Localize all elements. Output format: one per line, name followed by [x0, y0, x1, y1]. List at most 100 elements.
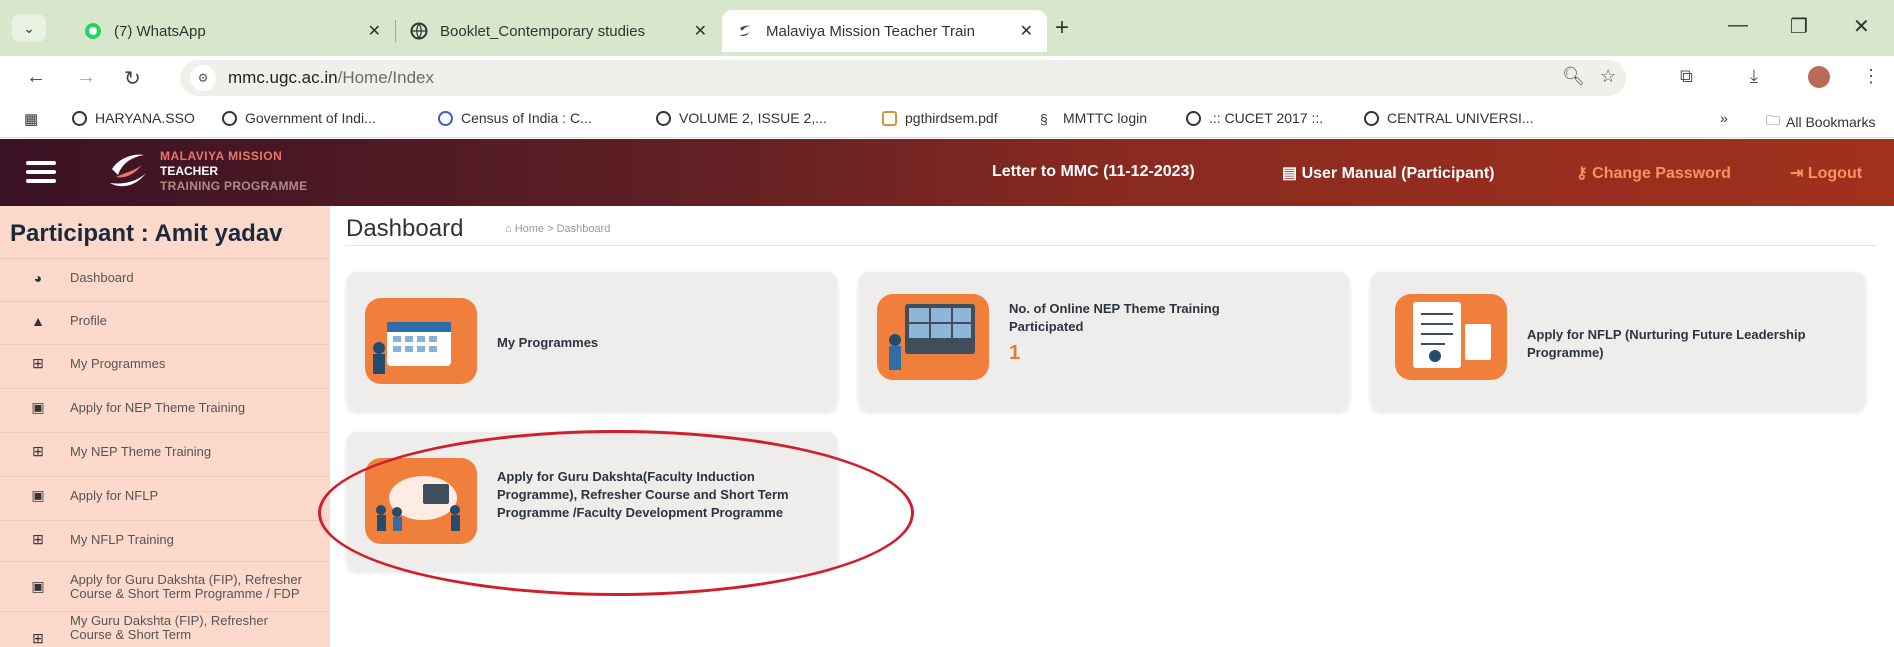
card-apply-nflp[interactable]: Apply for NFLP (Nurturing Future Leaders…: [1371, 272, 1865, 410]
star-icon[interactable]: ☆: [1600, 66, 1616, 87]
breadcrumb-text: Home > Dashboard: [514, 223, 611, 235]
bookmark-item[interactable]: Census of India : C...: [438, 110, 592, 126]
user-manual-link[interactable]: ▤ User Manual (Participant): [1282, 163, 1495, 183]
whatsapp-icon: [84, 22, 102, 40]
bookmark-item[interactable]: .:: CUCET 2017 ::.: [1186, 110, 1323, 126]
logout-label: Logout: [1807, 165, 1863, 182]
key-icon: ⚷: [1576, 165, 1593, 182]
bookmark-item[interactable]: § MMTTC login: [1040, 110, 1148, 127]
bookmark-item[interactable]: CENTRAL UNIVERSI...: [1364, 110, 1534, 126]
pdf-icon: [882, 110, 897, 126]
tab-whatsapp[interactable]: (7) WhatsApp ✕: [70, 10, 395, 52]
new-tab-button[interactable]: +: [1055, 14, 1069, 42]
tab-booklet[interactable]: Booklet_Contemporary studies ✕: [396, 10, 721, 52]
sidebar-item-dashboard[interactable]: ◕ Dashboard: [0, 258, 330, 296]
sidebar-item-my-nep[interactable]: ⊞ My NEP Theme Training: [0, 432, 330, 470]
bookmark-item[interactable]: HARYANA.SSO: [72, 110, 195, 126]
back-icon[interactable]: ←: [26, 66, 46, 89]
checklist-illustration-icon: [1395, 294, 1507, 380]
logo-line-3: TRAINING PROGRAMME: [160, 179, 308, 193]
census-icon: [438, 110, 453, 126]
bookmark-item[interactable]: VOLUME 2, ISSUE 2,...: [656, 110, 827, 126]
breadcrumb: ⌂ Home > Dashboard: [505, 223, 610, 235]
tab-title: (7) WhatsApp: [114, 22, 206, 40]
extensions-icon[interactable]: ⧉: [1680, 66, 1693, 87]
letter-to-mmc-link[interactable]: Letter to MMC (11-12-2023): [992, 163, 1195, 181]
hamburger-menu-icon[interactable]: [26, 161, 56, 183]
bookmark-label: Government of Indi...: [245, 110, 376, 126]
sidebar-item-label: Dashboard: [70, 269, 134, 285]
bookmark-label: Census of India : C...: [461, 110, 592, 126]
mmttp-logo-icon: [110, 154, 146, 187]
tab-malaviya-mission[interactable]: Malaviya Mission Teacher Train ✕: [722, 10, 1047, 52]
card-nep-theme-count[interactable]: No. of Online NEP Theme Training Partici…: [859, 272, 1349, 410]
globe-icon: [1364, 110, 1379, 126]
change-password-link[interactable]: ⚷ Change Password: [1576, 163, 1731, 183]
close-icon[interactable]: ✕: [368, 21, 381, 41]
bookmark-item[interactable]: pgthirdsem.pdf: [882, 110, 998, 126]
card-label: My Programmes: [497, 335, 599, 350]
reload-icon[interactable]: ↻: [124, 66, 141, 91]
bookmarks-overflow[interactable]: »: [1720, 110, 1728, 126]
sidebar-item-label: Profile: [70, 312, 107, 328]
bookmark-item[interactable]: Government of Indi...: [222, 110, 376, 126]
sidebar-item-my-programmes[interactable]: ⊞ My Programmes: [0, 344, 330, 382]
close-icon[interactable]: ✕: [1020, 21, 1033, 41]
logout-link[interactable]: ⇥ Logout: [1790, 163, 1862, 183]
logo-line-1: MALAVIYA MISSION: [160, 149, 283, 163]
logout-icon: ⇥: [1790, 165, 1808, 182]
title-divider: [346, 245, 1876, 246]
sidebar-item-apply-nep[interactable]: ▣ Apply for NEP Theme Training: [0, 388, 330, 426]
url-bar[interactable]: ⚙ mmc.ugc.ac.in/Home/Index: [180, 60, 1626, 96]
more-menu-icon[interactable]: ⋮: [1862, 66, 1880, 87]
url-host: mmc.ugc.ac.in: [228, 68, 338, 87]
sidebar-item-my-guru-dakshta[interactable]: ⊞ My Guru Dakshta (FIP), Refresher Cours…: [0, 611, 330, 647]
all-bookmarks[interactable]: 🗀 All Bookmarks: [1766, 110, 1875, 134]
zoom-icon[interactable]: 🔍︎: [1562, 66, 1585, 87]
bookmark-label: .:: CUCET 2017 ::.: [1209, 110, 1324, 126]
window-close-icon[interactable]: ✕: [1853, 14, 1870, 39]
card-my-programmes[interactable]: My Programmes: [347, 272, 837, 410]
nep-training-count: 1: [1009, 342, 1021, 364]
grid-icon: ⊞: [32, 355, 44, 371]
bookmark-label: pgthirdsem.pdf: [905, 110, 998, 126]
sidebar-item-label: Apply for NEP Theme Training: [70, 399, 246, 415]
globe-icon: [410, 22, 428, 40]
card-label: No. of Online NEP Theme Training Partici…: [1009, 301, 1220, 334]
grid-icon: ⊞: [32, 629, 44, 646]
sidebar-item-label: My NEP Theme Training: [70, 443, 212, 459]
dashboard-icon: ◕: [33, 269, 43, 286]
bookmark-label: CENTRAL UNIVERSI...: [1387, 110, 1534, 126]
change-password-label: Change Password: [1592, 165, 1731, 182]
url-path: /Home/Index: [337, 68, 434, 87]
sidebar-item-profile[interactable]: ▲ Profile: [0, 301, 330, 339]
sidebar-item-label: My Guru Dakshta (FIP), Refresher Course …: [70, 613, 268, 642]
image-icon: ▣: [31, 487, 45, 503]
close-icon[interactable]: ✕: [694, 21, 707, 41]
tab-title: Booklet_Contemporary studies: [440, 22, 646, 40]
download-icon[interactable]: ⤓: [1750, 66, 1758, 87]
card-label: Apply for NFLP (Nurturing Future Leaders…: [1527, 327, 1806, 360]
user-manual-label: User Manual (Participant): [1301, 165, 1495, 182]
url-text: mmc.ugc.ac.in/Home/Index: [228, 68, 434, 88]
tab-title: Malaviya Mission Teacher Train: [766, 22, 975, 40]
bookmark-label: MMTTC login: [1063, 110, 1148, 126]
forward-icon[interactable]: →: [76, 66, 96, 89]
restore-icon[interactable]: ❐: [1790, 14, 1808, 39]
sidebar: Participant : Amit yadav ◕ Dashboard ▲ P…: [0, 206, 330, 647]
profile-avatar[interactable]: [1808, 66, 1830, 88]
globe-icon: [72, 110, 87, 126]
mmttp-favicon: §: [1040, 110, 1048, 127]
tab-search-button[interactable]: ⌄: [12, 14, 46, 42]
sidebar-item-label: My NFLP Training: [70, 531, 174, 547]
logo-line-2: TEACHER: [160, 164, 219, 178]
user-icon: ▲: [31, 312, 45, 329]
sidebar-item-apply-guru-dakshta[interactable]: ▣ Apply for Guru Dakshta (FIP), Refreshe…: [0, 561, 330, 611]
sidebar-item-my-nflp[interactable]: ⊞ My NFLP Training: [0, 520, 330, 558]
site-header: MALAVIYA MISSION TEACHER TRAINING PROGRA…: [0, 139, 1894, 206]
apps-grid-icon[interactable]: ▦: [24, 110, 38, 128]
sidebar-item-apply-nflp[interactable]: ▣ Apply for NFLP: [0, 476, 330, 514]
minimize-icon[interactable]: —: [1728, 14, 1748, 37]
site-settings-icon[interactable]: ⚙: [190, 65, 216, 91]
page-title: Dashboard: [346, 215, 464, 242]
